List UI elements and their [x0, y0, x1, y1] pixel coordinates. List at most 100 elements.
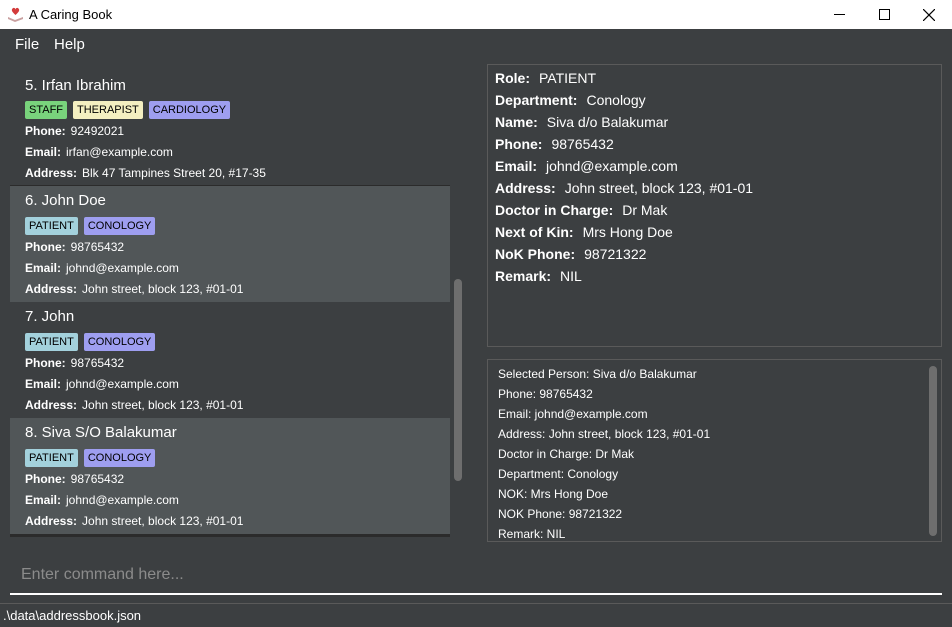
- detail-value: 98765432: [551, 136, 614, 152]
- result-line: NOK Phone: 98721322: [498, 507, 623, 521]
- email-value: johnd@example.com: [66, 493, 179, 507]
- result-line: Address: John street, block 123, #01-01: [498, 427, 711, 441]
- address-label: Address:: [25, 166, 78, 180]
- detail-nok-phone: NoK Phone: 98721322: [495, 246, 646, 262]
- address-label: Address:: [25, 282, 78, 296]
- address-label: Address:: [25, 398, 78, 412]
- detail-label: Doctor in Charge:: [495, 202, 614, 218]
- detail-value: Conology: [586, 92, 646, 108]
- tag-cardiology: CARDIOLOGY: [148, 101, 231, 119]
- email-label: Email:: [25, 493, 62, 507]
- result-line: Phone: 98765432: [498, 387, 593, 401]
- phone-value: 98765432: [70, 240, 125, 254]
- menu-bar: File Help: [0, 29, 952, 59]
- person-card[interactable]: 6. John Doe PATIENT CONOLOGY Phone: 98765…: [10, 186, 450, 302]
- address-value: John street, block 123, #01-01: [82, 398, 244, 412]
- tag-patient: PATIENT: [25, 449, 78, 467]
- tag-staff: STAFF: [25, 101, 68, 119]
- detail-doctor: Doctor in Charge: Dr Mak: [495, 202, 667, 218]
- phone-row: Phone: 98765432: [25, 356, 124, 370]
- close-button[interactable]: [906, 0, 952, 29]
- result-line: Doctor in Charge: Dr Mak: [498, 447, 635, 461]
- result-line: NOK: Mrs Hong Doe: [498, 487, 609, 501]
- email-row: Email: irfan@example.com: [25, 145, 173, 159]
- tag-patient: PATIENT: [25, 217, 78, 235]
- detail-remark: Remark: NIL: [495, 268, 582, 284]
- detail-value: 98721322: [584, 246, 647, 262]
- detail-label: Department:: [495, 92, 578, 108]
- tag-conology: CONOLOGY: [83, 217, 156, 235]
- person-name: 5. Irfan Ibrahim: [25, 77, 126, 94]
- detail-value: PATIENT: [539, 70, 597, 86]
- email-value: johnd@example.com: [66, 261, 179, 275]
- detail-label: Name:: [495, 114, 538, 130]
- detail-phone: Phone: 98765432: [495, 136, 614, 152]
- detail-department: Department: Conology: [495, 92, 646, 108]
- phone-label: Phone:: [25, 472, 66, 486]
- email-value: irfan@example.com: [66, 145, 173, 159]
- phone-row: Phone: 98765432: [25, 240, 124, 254]
- minimize-icon: [833, 14, 845, 15]
- phone-value: 98765432: [70, 356, 125, 370]
- phone-label: Phone:: [25, 124, 66, 138]
- detail-value: Mrs Hong Doe: [582, 224, 673, 240]
- address-value: John street, block 123, #01-01: [82, 282, 244, 296]
- phone-value: 98765432: [70, 472, 125, 486]
- address-value: Blk 47 Tampines Street 20, #17-35: [82, 166, 266, 180]
- tag-patient: PATIENT: [25, 333, 78, 351]
- phone-label: Phone:: [25, 240, 66, 254]
- tag-conology: CONOLOGY: [83, 333, 156, 351]
- result-display[interactable]: Selected Person: Siva d/o Balakumar Phon…: [487, 359, 942, 542]
- detail-value: Siva d/o Balakumar: [546, 114, 669, 130]
- email-value: johnd@example.com: [66, 377, 179, 391]
- tag-conology: CONOLOGY: [83, 449, 156, 467]
- menu-file[interactable]: File: [15, 36, 39, 53]
- title-bar: A Caring Book: [0, 0, 952, 29]
- maximize-button[interactable]: [861, 0, 907, 29]
- result-line: Selected Person: Siva d/o Balakumar: [498, 367, 697, 381]
- person-card[interactable]: 5. Irfan Ibrahim STAFF THERAPIST CARDIOL…: [10, 69, 450, 185]
- result-scroll-thumb[interactable]: [929, 366, 937, 536]
- email-row: Email: johnd@example.com: [25, 377, 179, 391]
- menu-help[interactable]: Help: [54, 36, 85, 53]
- phone-row: Phone: 98765432: [25, 472, 124, 486]
- maximize-icon: [878, 9, 890, 20]
- detail-role: Role: PATIENT: [495, 70, 596, 86]
- detail-name: Name: Siva d/o Balakumar: [495, 114, 668, 130]
- person-name: 8. Siva S/O Balakumar: [25, 424, 177, 441]
- person-name: 7. John: [25, 308, 75, 325]
- result-line: Email: johnd@example.com: [498, 407, 648, 421]
- person-name: 6. John Doe: [25, 192, 106, 209]
- status-bar: .\data\addressbook.json: [0, 603, 952, 627]
- command-input[interactable]: [10, 557, 942, 595]
- address-row: Address: John street, block 123, #01-01: [25, 282, 243, 296]
- window-title: A Caring Book: [29, 7, 113, 22]
- detail-label: Address:: [495, 180, 556, 196]
- tag-list: PATIENT CONOLOGY: [25, 217, 156, 235]
- minimize-button[interactable]: [816, 0, 862, 29]
- email-label: Email:: [25, 145, 62, 159]
- person-card[interactable]: 7. John PATIENT CONOLOGY Phone: 98765432 …: [10, 302, 450, 418]
- command-box: [0, 547, 952, 603]
- detail-value: johnd@example.com: [546, 158, 678, 174]
- detail-next-of-kin: Next of Kin: Mrs Hong Doe: [495, 224, 673, 240]
- result-line: Department: Conology: [498, 467, 619, 481]
- tag-list: STAFF THERAPIST CARDIOLOGY: [25, 101, 231, 119]
- person-card[interactable]: 8. Siva S/O Balakumar PATIENT CONOLOGY P…: [10, 418, 450, 534]
- detail-value: John street, block 123, #01-01: [564, 180, 754, 196]
- phone-label: Phone:: [25, 356, 66, 370]
- detail-label: Phone:: [495, 136, 543, 152]
- phone-row: Phone: 92492021: [25, 124, 124, 138]
- address-row: Address: Blk 47 Tampines Street 20, #17-3…: [25, 166, 266, 180]
- email-row: Email: johnd@example.com: [25, 261, 179, 275]
- person-list-panel: 5. Irfan Ibrahim STAFF THERAPIST CARDIOL…: [0, 59, 475, 547]
- person-list[interactable]: 5. Irfan Ibrahim STAFF THERAPIST CARDIOL…: [10, 69, 450, 537]
- detail-value: Dr Mak: [622, 202, 668, 218]
- person-list-scroll-thumb[interactable]: [454, 279, 462, 481]
- detail-email: Email: johnd@example.com: [495, 158, 678, 174]
- email-label: Email:: [25, 377, 62, 391]
- detail-label: Remark:: [495, 268, 552, 284]
- close-icon: [923, 8, 935, 21]
- save-location: .\data\addressbook.json: [3, 608, 142, 623]
- detail-label: Role:: [495, 70, 530, 86]
